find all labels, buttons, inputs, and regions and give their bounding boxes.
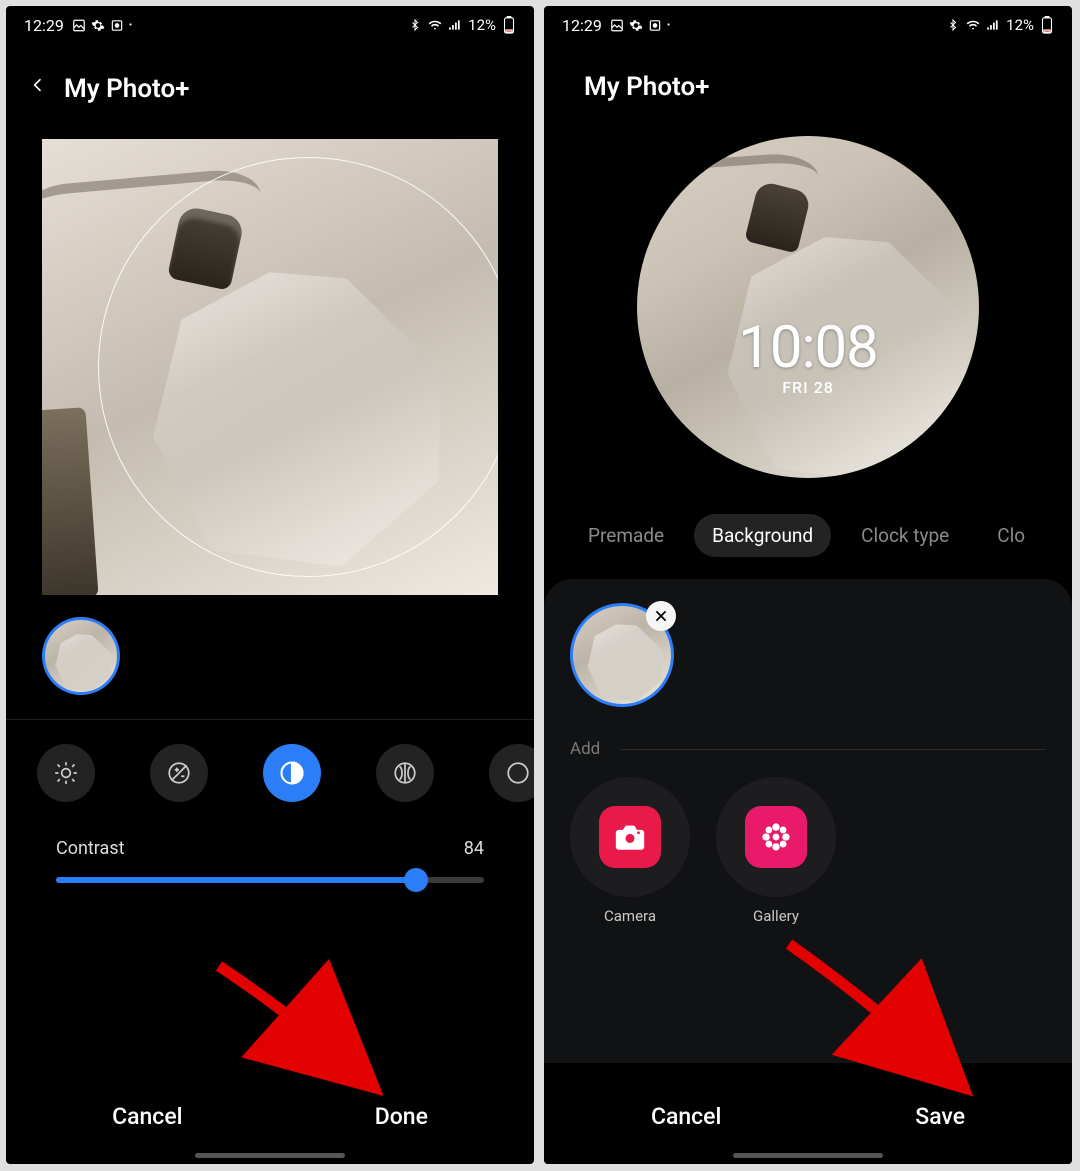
image-icon <box>72 18 86 32</box>
add-from-gallery[interactable]: Gallery <box>716 777 836 925</box>
tabs: Premade Background Clock type Clo <box>544 504 1072 579</box>
cancel-button[interactable]: Cancel <box>631 1095 741 1138</box>
thumbnail-row <box>6 595 534 719</box>
battery-text: 12% <box>1006 16 1034 34</box>
phone-left: 12:29 • <box>6 6 534 1164</box>
battery-icon <box>502 18 516 32</box>
home-indicator[interactable] <box>733 1153 883 1158</box>
add-label: Add <box>570 739 600 759</box>
battery-text: 12% <box>468 16 496 34</box>
phone-right: 12:29 • 12% My Photo+ 10:08 FRI 28 <box>544 6 1072 1164</box>
remove-background-icon[interactable] <box>646 601 676 631</box>
bluetooth-icon <box>946 18 960 32</box>
watchface-preview: 10:08 FRI 28 <box>544 136 1072 504</box>
watchface-circle[interactable]: 10:08 FRI 28 <box>637 136 979 478</box>
save-button[interactable]: Save <box>895 1095 985 1138</box>
page-title: My Photo+ <box>64 74 189 104</box>
battery-icon <box>1040 18 1054 32</box>
exposure-icon[interactable] <box>150 744 208 802</box>
image-icon <box>610 18 624 32</box>
bluetooth-icon <box>408 18 422 32</box>
bottom-buttons: Cancel Done <box>6 1063 534 1164</box>
hue-icon[interactable] <box>489 744 534 802</box>
gallery-icon <box>745 806 807 868</box>
gallery-label: Gallery <box>753 907 799 925</box>
gear-icon <box>91 18 105 32</box>
contrast-icon[interactable] <box>263 744 321 802</box>
add-from-camera[interactable]: Camera <box>570 777 690 925</box>
tab-clock-type[interactable]: Clock type <box>843 514 967 557</box>
header: My Photo+ <box>6 44 534 139</box>
adjust-label: Contrast <box>56 838 125 859</box>
camera-icon <box>599 806 661 868</box>
wifi-icon <box>428 18 442 32</box>
saturation-icon[interactable] <box>376 744 434 802</box>
adjust-value: 84 <box>464 838 484 859</box>
clock-date: FRI 28 <box>782 378 834 397</box>
screenshot-icon <box>110 18 124 32</box>
more-dot: • <box>667 20 670 31</box>
options-panel: Add Camera Gallery <box>544 579 1072 1063</box>
status-bar: 12:29 • <box>6 6 534 44</box>
screenshot-icon <box>648 18 662 32</box>
status-time: 12:29 <box>24 16 64 35</box>
clock-time: 10:08 <box>738 314 877 382</box>
header: My Photo+ <box>544 44 1072 136</box>
divider <box>620 749 1046 750</box>
more-dot: • <box>129 20 132 31</box>
tab-background[interactable]: Background <box>694 514 831 557</box>
background-thumb-selected[interactable] <box>570 603 674 707</box>
bottom-buttons: Cancel Save <box>544 1063 1072 1164</box>
cancel-button[interactable]: Cancel <box>92 1095 202 1138</box>
adjust-tools <box>6 720 534 812</box>
slider[interactable] <box>56 877 484 883</box>
tab-premade[interactable]: Premade <box>570 514 682 557</box>
wifi-icon <box>966 18 980 32</box>
crop-preview[interactable] <box>42 139 498 595</box>
slider-thumb[interactable] <box>404 868 428 892</box>
brightness-icon[interactable] <box>37 744 95 802</box>
home-indicator[interactable] <box>195 1153 345 1158</box>
page-title: My Photo+ <box>584 72 709 102</box>
slider-section: Contrast 84 <box>6 812 534 891</box>
back-icon[interactable] <box>30 72 46 105</box>
signal-icon <box>448 18 462 32</box>
camera-label: Camera <box>604 907 656 925</box>
photo-thumbnail[interactable] <box>42 617 120 695</box>
status-time: 12:29 <box>562 16 602 35</box>
gear-icon <box>629 18 643 32</box>
signal-icon <box>986 18 1000 32</box>
status-bar: 12:29 • 12% <box>544 6 1072 44</box>
tab-clock-color[interactable]: Clo <box>979 514 1043 557</box>
done-button[interactable]: Done <box>355 1095 448 1138</box>
